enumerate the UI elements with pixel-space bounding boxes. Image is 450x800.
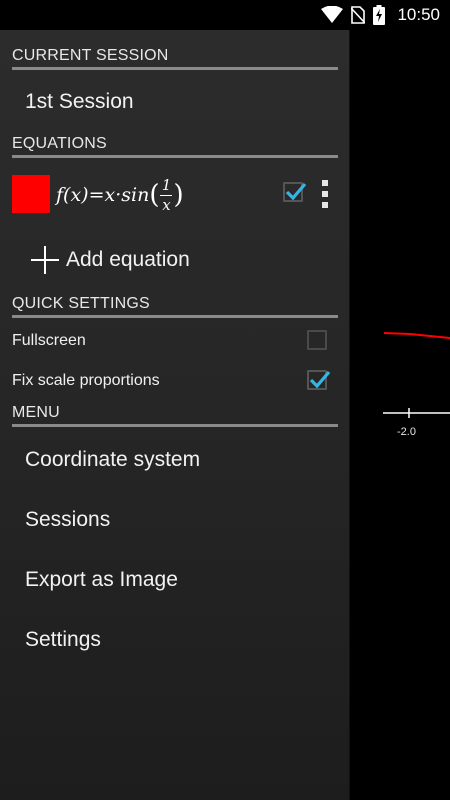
formula-open-paren: ( — [149, 180, 160, 210]
wifi-icon — [321, 6, 344, 24]
fix-scale-checkbox[interactable] — [307, 370, 331, 390]
section-header-equations: EQUATIONS — [12, 135, 338, 158]
menu-item-settings[interactable]: Settings — [25, 628, 101, 652]
status-time: 10:50 — [397, 5, 440, 24]
checkmark-icon — [309, 370, 331, 389]
equation-overflow-menu-icon[interactable] — [320, 180, 330, 208]
status-icons: 10:50 — [321, 4, 440, 26]
formula-numerator: 1 — [161, 175, 172, 194]
menu-item-export-image[interactable]: Export as Image — [25, 568, 178, 592]
section-title: MENU — [12, 404, 60, 421]
dot — [322, 180, 328, 186]
function-curve — [383, 332, 450, 339]
section-title: EQUATIONS — [12, 135, 107, 152]
dot — [322, 202, 328, 208]
equation-formula[interactable]: f(x)=x·sin ( 1 x ) — [56, 170, 184, 220]
dot — [322, 191, 328, 197]
section-title: CURRENT SESSION — [12, 47, 169, 64]
divider — [12, 67, 338, 70]
fullscreen-label[interactable]: Fullscreen — [12, 332, 86, 350]
section-header-menu: MENU — [12, 404, 338, 427]
section-header-current-session: CURRENT SESSION — [12, 47, 338, 70]
battery-charging-icon — [373, 5, 386, 25]
divider — [12, 424, 338, 427]
navigation-drawer: CURRENT SESSION 1st Session EQUATIONS f(… — [0, 30, 350, 800]
equation-color-swatch[interactable] — [12, 175, 50, 213]
add-equation-button[interactable]: Add equation — [30, 243, 190, 277]
divider — [12, 155, 338, 158]
add-equation-label: Add equation — [66, 248, 190, 271]
checkmark-icon — [285, 182, 307, 201]
menu-item-sessions[interactable]: Sessions — [25, 508, 110, 532]
menu-item-coordinate-system[interactable]: Coordinate system — [25, 448, 200, 472]
equation-visible-checkbox[interactable] — [283, 182, 307, 202]
fix-scale-label[interactable]: Fix scale proportions — [12, 372, 160, 390]
formula-denominator: x — [162, 195, 171, 214]
section-title: QUICK SETTINGS — [12, 295, 150, 312]
formula-fraction: 1 x — [160, 175, 173, 214]
plus-icon — [30, 245, 60, 275]
status-bar: 10:50 — [0, 0, 450, 30]
no-sim-icon — [351, 6, 366, 24]
current-session-item[interactable]: 1st Session — [25, 90, 134, 114]
formula-close-paren: ) — [173, 180, 184, 210]
x-tick-label: -2.0 — [397, 426, 416, 438]
section-header-quick-settings: QUICK SETTINGS — [12, 295, 338, 318]
divider — [12, 315, 338, 318]
fullscreen-checkbox[interactable] — [307, 330, 327, 350]
formula-lhs: f(x)=x·sin — [56, 184, 150, 206]
